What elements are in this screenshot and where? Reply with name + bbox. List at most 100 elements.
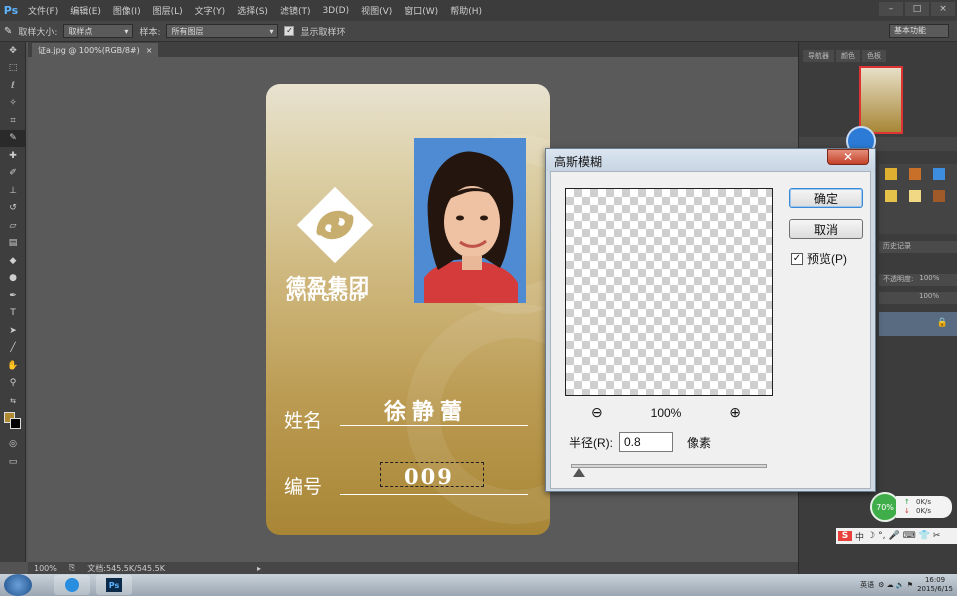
portrait-photo	[414, 138, 526, 303]
lasso-tool-icon[interactable]: ℓ	[0, 77, 26, 95]
menu-file[interactable]: 文件(F)	[22, 4, 64, 17]
swap-colors-icon[interactable]: ⇆	[0, 392, 26, 410]
preview-checkbox[interactable]: ✓	[791, 252, 803, 265]
show-ring-checkbox[interactable]: ✓	[284, 26, 295, 36]
style-swatch[interactable]	[885, 168, 897, 180]
shape-tool-icon[interactable]: ╱	[0, 340, 26, 358]
dialog-close-button[interactable]: ✕	[827, 149, 869, 165]
ok-button[interactable]: 确定	[789, 188, 863, 208]
tools-icon[interactable]: ✂	[933, 531, 941, 541]
menu-view[interactable]: 视图(V)	[355, 4, 398, 17]
menu-window[interactable]: 窗口(W)	[398, 4, 444, 17]
blur-tool-icon[interactable]: ◆	[0, 252, 26, 270]
navigator-thumbnail[interactable]	[859, 66, 903, 134]
tray-icons[interactable]: ⚙ ☁ 🔊 ⚑	[878, 581, 913, 589]
style-swatch[interactable]	[909, 190, 921, 202]
menu-select[interactable]: 选择(S)	[231, 4, 274, 17]
sogou-icon[interactable]: S	[838, 531, 852, 541]
sample-size-select[interactable]: 取样点 ▾	[63, 24, 134, 38]
sample-select[interactable]: 所有图层 ▾	[166, 24, 279, 38]
marquee-tool-icon[interactable]: ⬚	[0, 60, 26, 78]
tab-color[interactable]: 颜色	[836, 50, 860, 62]
tab-swatches[interactable]: 色板	[862, 50, 886, 62]
ime-language[interactable]: 中	[855, 530, 864, 543]
gradient-tool-icon[interactable]: ▤	[0, 235, 26, 253]
tools-panel: ✥ ⬚ ℓ ✧ ⌗ ✎ ✚ ✐ ⊥ ↺ ▱ ▤ ◆ ● ✒ T ➤ ╱ ✋ ⚲ …	[0, 42, 26, 562]
history-brush-tool-icon[interactable]: ↺	[0, 200, 26, 218]
menu-layer[interactable]: 图层(L)	[147, 4, 189, 17]
zoom-level[interactable]: 100%	[34, 564, 57, 573]
path-selection-tool-icon[interactable]: ➤	[0, 322, 26, 340]
close-tab-icon[interactable]: ×	[146, 46, 153, 55]
menu-filter[interactable]: 滤镜(T)	[274, 4, 317, 17]
name-underline	[340, 425, 528, 426]
zoom-tool-icon[interactable]: ⚲	[0, 375, 26, 393]
style-swatch[interactable]	[933, 168, 945, 180]
background-color[interactable]	[10, 417, 21, 429]
menu-3d[interactable]: 3D(D)	[316, 6, 355, 16]
preview-checkbox-row[interactable]: ✓ 预览(P)	[791, 250, 847, 267]
crop-tool-icon[interactable]: ⌗	[0, 112, 26, 130]
document-info[interactable]: 文档:545.5K/545.5K	[87, 563, 165, 574]
network-speed-widget[interactable]: 70% ↑ 0K/s ↓ 0K/s	[870, 492, 952, 522]
menu-help[interactable]: 帮助(H)	[444, 4, 488, 17]
dodge-tool-icon[interactable]: ●	[0, 270, 26, 288]
clock[interactable]: 16:09 2015/6/15	[917, 576, 953, 594]
radius-slider[interactable]	[571, 464, 767, 468]
export-icon[interactable]: ⎘	[69, 563, 75, 573]
dialog-title: 高斯模糊	[554, 155, 603, 169]
style-swatch[interactable]	[933, 190, 945, 202]
blur-preview[interactable]	[565, 188, 773, 396]
taskbar-app-browser[interactable]	[54, 575, 90, 595]
style-swatch[interactable]	[909, 168, 921, 180]
pen-tool-icon[interactable]: ✒	[0, 287, 26, 305]
magic-wand-tool-icon[interactable]: ✧	[0, 95, 26, 113]
cancel-button[interactable]: 取消	[789, 219, 863, 239]
menu-image[interactable]: 图像(I)	[107, 4, 147, 17]
zoom-in-icon[interactable]: ⊕	[729, 404, 741, 421]
radius-row: 半径(R): 0.8 像素	[569, 432, 711, 452]
microphone-icon[interactable]: 🎤	[888, 531, 899, 541]
comma-icon[interactable]: °,	[878, 531, 885, 541]
browser-icon	[65, 578, 79, 592]
radius-input[interactable]: 0.8	[619, 432, 673, 452]
start-button[interactable]	[4, 574, 32, 596]
color-swatches[interactable]	[0, 410, 25, 436]
workspace-select[interactable]: 基本功能	[889, 24, 949, 38]
close-icon[interactable]: ×	[931, 2, 955, 16]
punctuation-icon[interactable]: ☽	[867, 531, 875, 541]
name-label: 姓名	[284, 410, 323, 432]
arrow-right-icon[interactable]: ▸	[257, 564, 261, 573]
maximize-icon[interactable]: □	[905, 2, 929, 16]
eyedropper-tool-icon[interactable]: ✎	[0, 129, 26, 147]
keyboard-icon[interactable]: ⌨	[903, 531, 916, 541]
screen-mode-icon[interactable]: ▭	[0, 453, 26, 471]
opacity-value[interactable]: 100%	[919, 274, 939, 286]
id-card-image[interactable]: 德盈集团 DYIN GROUP 姓名 徐静蕾 编号 009	[266, 84, 550, 535]
eyedropper-icon[interactable]: ✎	[4, 26, 12, 37]
skin-icon[interactable]: 👕	[919, 531, 930, 541]
clone-stamp-tool-icon[interactable]: ⊥	[0, 182, 26, 200]
zoom-out-icon[interactable]: ⊖	[591, 404, 603, 421]
menu-edit[interactable]: 编辑(E)	[64, 4, 107, 17]
language-indicator[interactable]: 英语	[860, 580, 874, 590]
type-tool-icon[interactable]: T	[0, 305, 26, 323]
fill-value[interactable]: 100%	[879, 292, 957, 304]
dialog-titlebar[interactable]: 高斯模糊 ✕	[546, 149, 875, 171]
document-tab[interactable]: 证a.jpg @ 100%(RGB/8#) ×	[32, 43, 159, 57]
move-tool-icon[interactable]: ✥	[0, 42, 26, 60]
eraser-tool-icon[interactable]: ▱	[0, 217, 26, 235]
radius-slider-thumb[interactable]	[572, 468, 585, 477]
healing-brush-tool-icon[interactable]: ✚	[0, 147, 26, 165]
taskbar-app-photoshop[interactable]: Ps	[96, 575, 132, 595]
menu-type[interactable]: 文字(Y)	[189, 4, 232, 17]
brush-tool-icon[interactable]: ✐	[0, 165, 26, 183]
history-panel-header[interactable]: 历史记录	[879, 241, 957, 253]
hand-tool-icon[interactable]: ✋	[0, 357, 26, 375]
style-swatch[interactable]	[885, 190, 897, 202]
quick-mask-icon[interactable]: ◎	[0, 436, 26, 454]
minimize-icon[interactable]: –	[879, 2, 903, 16]
layer-row[interactable]: 🔒	[879, 312, 957, 336]
marquee-selection[interactable]	[380, 462, 484, 487]
tab-navigator[interactable]: 导航器	[803, 50, 834, 62]
